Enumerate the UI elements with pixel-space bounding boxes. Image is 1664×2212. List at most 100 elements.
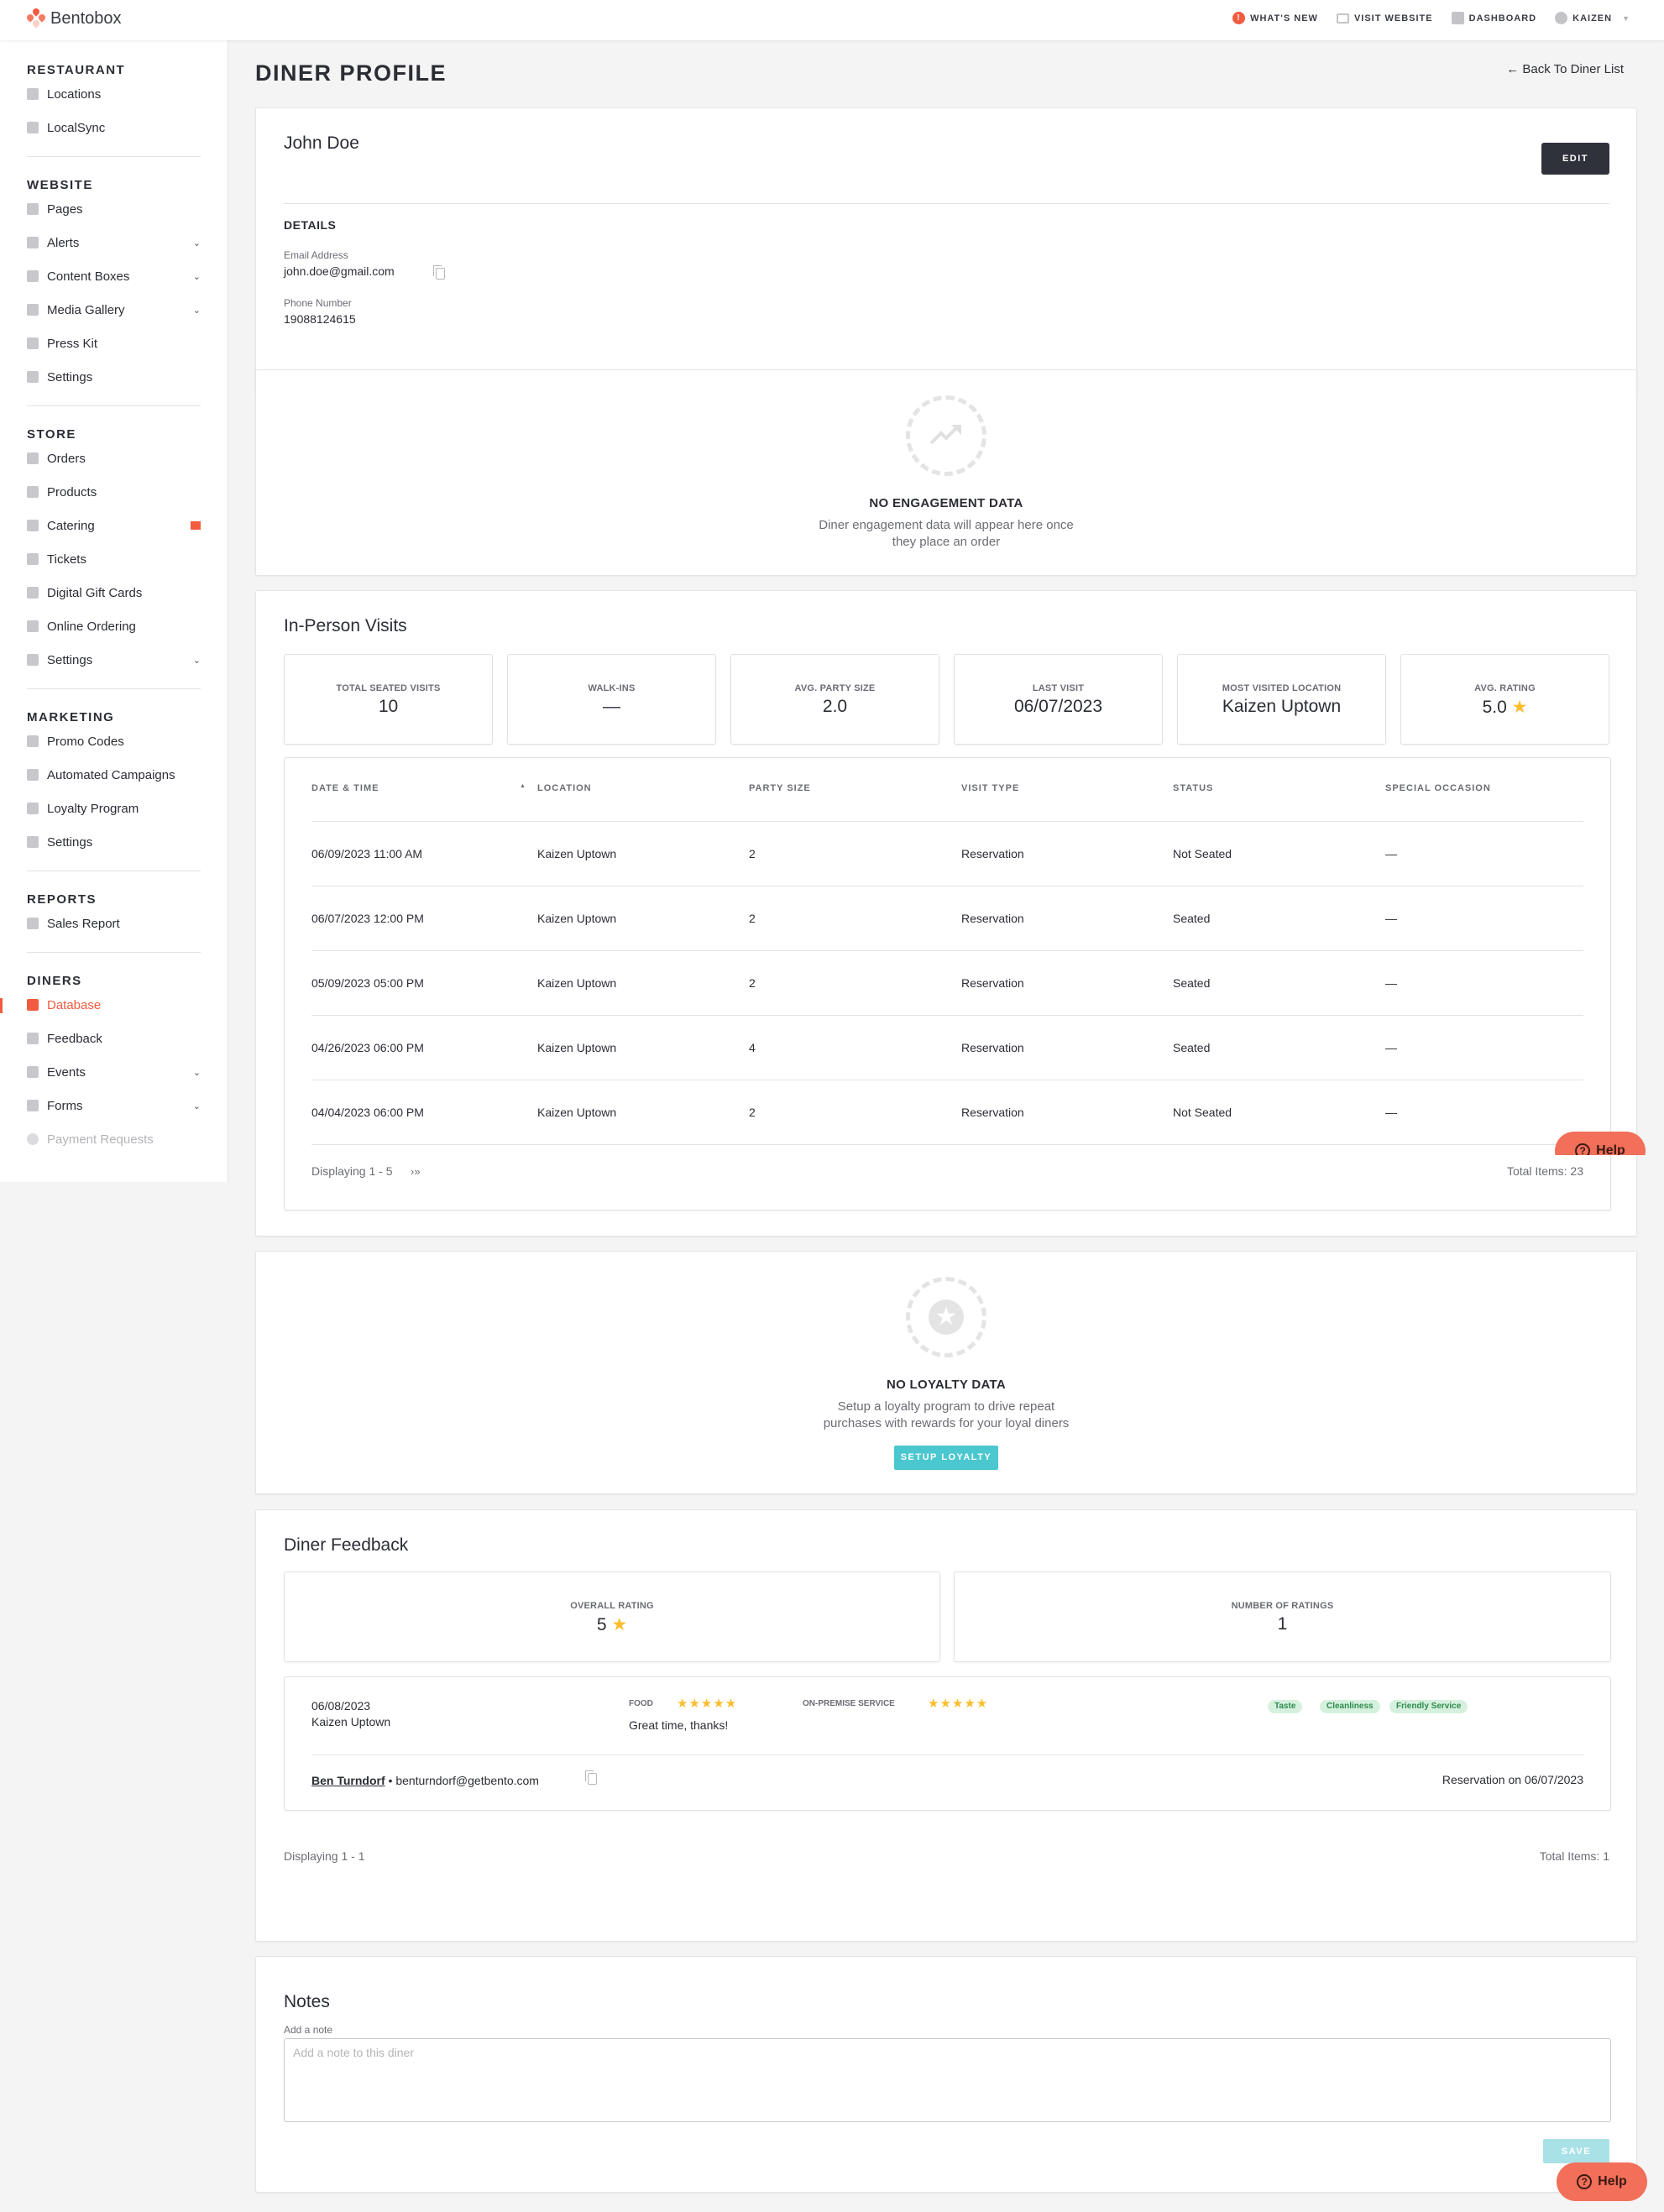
sidebar-item-label: Media Gallery <box>47 302 125 317</box>
bar-chart-icon <box>1451 12 1464 24</box>
note-textarea[interactable] <box>284 2038 1611 2122</box>
stat-avg-rating: AVG. RATING 5.0 ★ <box>1400 654 1609 745</box>
grid-icon <box>27 270 39 282</box>
help-button-partial[interactable]: ? Help <box>1555 1132 1646 1155</box>
next-page-button[interactable]: ›» <box>411 1165 421 1178</box>
cell-party-size: 2 <box>749 912 756 925</box>
feedback-comment: Great time, thanks! <box>629 1718 729 1732</box>
help-button[interactable]: ? Help <box>1555 1132 1646 1155</box>
table-row[interactable]: 06/07/2023 12:00 PM Kaizen Uptown 2 Reserva… <box>311 886 1583 950</box>
sidebar-item-label: Locations <box>47 86 102 102</box>
food-rating-label: FOOD <box>629 1699 653 1708</box>
account-menu[interactable]: KAIZEN ▼ <box>1555 12 1630 24</box>
number-of-ratings-stat: NUMBER OF RATINGS 1 <box>954 1571 1611 1662</box>
sidebar-divider <box>27 688 201 689</box>
sidebar-item-events[interactable]: Events ⌄ <box>27 1055 201 1089</box>
cell-party-size: 4 <box>749 1041 756 1054</box>
edit-button[interactable]: EDIT <box>1541 143 1609 175</box>
column-header[interactable]: PARTY SIZE <box>749 783 811 793</box>
copy-email-icon[interactable] <box>433 265 445 280</box>
divider <box>284 203 1609 204</box>
whats-new-link[interactable]: ! WHAT'S NEW <box>1232 12 1318 24</box>
sidebar-item-label: Catering <box>47 518 95 533</box>
sidebar-item-catering[interactable]: Catering <box>27 509 201 542</box>
sidebar-item-automated-campaigns[interactable]: Automated Campaigns <box>27 758 201 792</box>
chevron-down-icon[interactable]: ⌄ <box>193 238 201 248</box>
engagement-empty-state: NO ENGAGEMENT DATA Diner engagement data… <box>256 395 1636 551</box>
column-header[interactable]: VISIT TYPE <box>961 783 1019 793</box>
sidebar-item-pages[interactable]: Pages <box>27 192 201 226</box>
column-header[interactable]: LOCATION <box>537 783 592 793</box>
sidebar-item-promo-codes[interactable]: Promo Codes <box>27 724 201 758</box>
sidebar-item-media-gallery[interactable]: Media Gallery ⌄ <box>27 293 201 327</box>
loyalty-empty-description: Setup a loyalty program to drive repeat … <box>256 1399 1636 1432</box>
sort-ascending-icon[interactable]: ▲ <box>520 783 526 789</box>
sidebar-item-loyalty-program[interactable]: Loyalty Program <box>27 792 201 825</box>
column-header[interactable]: SPECIAL OCCASION <box>1385 783 1491 793</box>
chevron-down-icon[interactable]: ⌄ <box>193 305 201 316</box>
reviewer-email: benturndorf@getbento.com <box>395 1774 539 1787</box>
cell-party-size: 2 <box>749 1106 756 1119</box>
help-button[interactable]: ? Help <box>1557 2162 1647 2201</box>
table-row[interactable]: 04/26/2023 06:00 PM Kaizen Uptown 4 Reserva… <box>311 1015 1583 1080</box>
number-of-ratings-value: 1 <box>1277 1614 1288 1634</box>
setup-loyalty-button[interactable]: SETUP LOYALTY <box>894 1446 998 1470</box>
dashboard-link[interactable]: DASHBOARD <box>1451 12 1537 24</box>
cell-party-size: 2 <box>749 847 756 860</box>
back-to-diner-list-link[interactable]: ← Back To Diner List <box>1506 62 1624 76</box>
chevron-down-icon[interactable]: ⌄ <box>193 655 201 666</box>
table-row[interactable]: 05/09/2023 05:00 PM Kaizen Uptown 2 Reserva… <box>311 950 1583 1015</box>
cart-icon <box>27 999 39 1011</box>
sidebar-item-localsync[interactable]: LocalSync <box>27 111 201 144</box>
sidebar-item-products[interactable]: Products <box>27 475 201 509</box>
sidebar-item-feedback[interactable]: Feedback <box>27 1022 201 1055</box>
sidebar-item-sales-report[interactable]: Sales Report <box>27 907 201 940</box>
stat-value: Kaizen Uptown <box>1178 697 1385 717</box>
cell-status: Not Seated <box>1173 1106 1232 1119</box>
gallery-icon <box>27 304 39 316</box>
bentobox-logo[interactable]: Bentobox <box>25 7 122 29</box>
stat-value-text: Kaizen Uptown <box>1222 697 1342 716</box>
sidebar-section-diners: DINERS Database Feedback Events ⌄ Forms ⌄ Payme… <box>0 966 228 1156</box>
stat-value-text: 5.0 <box>1482 698 1507 717</box>
feedback-title: Diner Feedback <box>284 1535 409 1555</box>
feedback-author: Ben Turndorf • benturndorf@getbento.com <box>311 1774 539 1787</box>
visit-website-link[interactable]: VISIT WEBSITE <box>1336 13 1433 24</box>
sidebar-item-locations[interactable]: Locations <box>27 77 201 111</box>
chevron-down-icon[interactable]: ⌄ <box>193 1101 201 1111</box>
sidebar-item-settings[interactable]: Settings <box>27 825 201 859</box>
stat-label: AVG. PARTY SIZE <box>794 683 876 693</box>
cell-occasion: — <box>1385 1041 1397 1054</box>
table-row[interactable]: 04/04/2023 06:00 PM Kaizen Uptown 2 Reserva… <box>311 1080 1583 1144</box>
star-icon: ★ <box>611 1615 628 1634</box>
sidebar-item-label: Settings <box>47 652 93 667</box>
sidebar-item-settings[interactable]: Settings ⌄ <box>27 643 201 677</box>
sidebar-heading: REPORTS <box>27 892 97 907</box>
copy-reviewer-email-icon[interactable] <box>585 1770 597 1785</box>
cell-visit-type: Reservation <box>961 912 1024 925</box>
sidebar-item-online-ordering[interactable]: Online Ordering <box>27 609 201 643</box>
diner-feedback-card: Diner Feedback OVERALL RATING 5 ★ NUMBER… <box>255 1509 1637 1942</box>
sidebar-item-orders[interactable]: Orders <box>27 442 201 475</box>
sidebar-item-content-boxes[interactable]: Content Boxes ⌄ <box>27 259 201 293</box>
sidebar-item-digital-gift-cards[interactable]: Digital Gift Cards <box>27 576 201 609</box>
sidebar-item-alerts[interactable]: Alerts ⌄ <box>27 226 201 259</box>
reviewer-name-link[interactable]: Ben Turndorf <box>311 1774 385 1787</box>
chevron-down-icon[interactable]: ⌄ <box>193 271 201 282</box>
column-header[interactable]: DATE & TIME <box>311 783 379 793</box>
table-row[interactable]: 06/09/2023 11:00 AM Kaizen Uptown 2 Reserva… <box>311 821 1583 886</box>
chevron-down-icon[interactable]: ⌄ <box>193 1067 201 1078</box>
sidebar-item-press-kit[interactable]: Press Kit <box>27 327 201 360</box>
sidebar-item-database[interactable]: Database <box>0 988 201 1022</box>
trending-up-icon <box>906 395 986 476</box>
column-header[interactable]: STATUS <box>1173 783 1213 793</box>
feedback-entry: 06/08/2023 Kaizen Uptown FOOD ★★★★★ ON-P… <box>284 1676 1611 1811</box>
sidebar-item-tickets[interactable]: Tickets <box>27 542 201 576</box>
save-note-button[interactable]: SAVE <box>1543 2139 1609 2163</box>
stat-label: NUMBER OF RATINGS <box>1231 1601 1334 1611</box>
sidebar-item-forms[interactable]: Forms ⌄ <box>27 1089 201 1122</box>
sidebar-heading: MARKETING <box>27 710 115 724</box>
sidebar-item-settings[interactable]: Settings <box>27 360 201 394</box>
sidebar-item-label: Settings <box>47 834 93 850</box>
account-name: KAIZEN <box>1572 13 1613 24</box>
